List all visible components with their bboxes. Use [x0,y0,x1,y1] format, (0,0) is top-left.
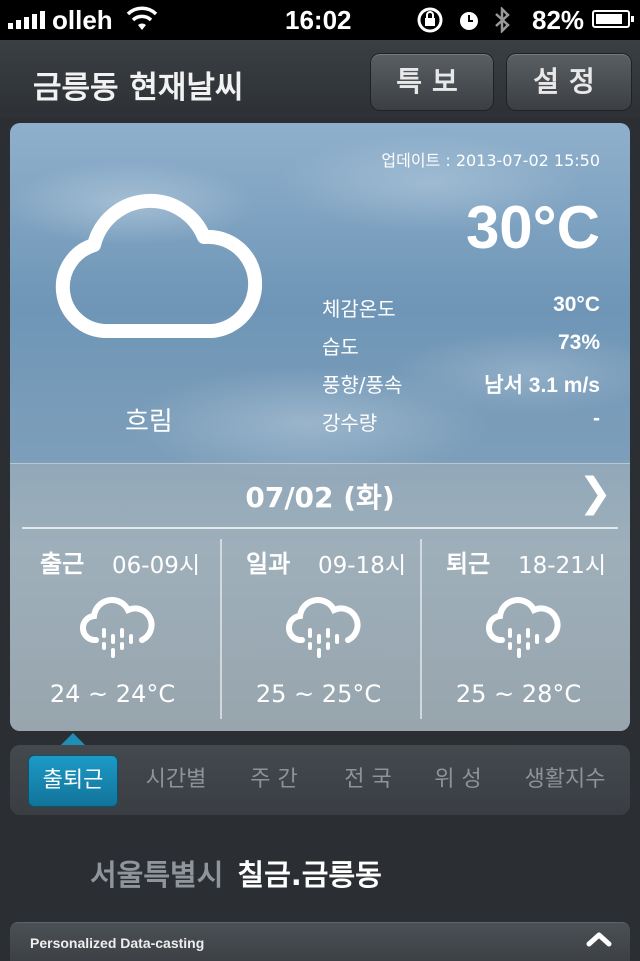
detail-label: 강수량 [322,411,378,435]
commute-forecast: 07/02 (화) ❯ 출근 06-09시 24 ~ 24°C 일과 09-18… [10,463,630,731]
detail-row: 체감온도 30°C [322,293,600,331]
rotation-lock-icon [416,6,444,41]
rain-cloud-icon [486,596,562,672]
forecast-period-commute-morning: 출근 06-09시 24 ~ 24°C [10,528,215,731]
chevron-right-icon[interactable]: ❯ [578,470,612,516]
rain-cloud-icon [80,596,156,672]
rain-cloud-icon [286,596,362,672]
temperature-range: 25 ~ 28°C [455,680,582,708]
update-timestamp: 업데이트 : 2013-07-02 15:50 [381,151,600,170]
tab-weekly[interactable]: 주 간 [232,755,316,805]
period-hours: 18-21시 [518,553,606,579]
battery-percentage: 82% [532,5,585,35]
weather-details: 체감온도 30°C 습도 73% 풍향/풍속 남서 3.1 m/s 강수량 - [322,293,600,445]
tab-living-index[interactable]: 생활지수 [510,755,620,805]
detail-row: 습도 73% [322,331,600,369]
alarm-icon [458,8,480,39]
location-city: 서울특별시 [90,858,224,892]
page-title: 금릉동 현재날씨 [33,70,244,106]
bluetooth-icon [494,5,510,40]
tab-satellite[interactable]: 위 성 [416,755,500,805]
tab-hourly[interactable]: 시간별 [130,755,222,805]
tab-nationwide[interactable]: 전 국 [326,755,410,805]
navigation-bar: 금릉동 현재날씨 특보 설정 [0,40,640,118]
battery-icon [592,10,634,28]
data-casting-label: Personalized Data-casting [30,935,205,951]
period-hours: 06-09시 [112,553,200,579]
forecast-period-commute-evening: 퇴근 18-21시 25 ~ 28°C [416,528,621,731]
current-weather-card: 업데이트 : 2013-07-02 15:50 30°C 흐림 체감온도 30°… [10,123,630,731]
detail-row: 풍향/풍속 남서 3.1 m/s [322,369,600,407]
detail-label: 풍향/풍속 [322,373,403,397]
data-casting-bar[interactable]: Personalized Data-casting [10,922,630,961]
active-tab-pointer [61,733,85,745]
settings-button[interactable]: 설정 [506,53,632,111]
view-tab-bar: 출퇴근 시간별 주 간 전 국 위 성 생활지수 [10,733,630,815]
signal-strength-icon [8,11,45,29]
detail-value: 73% [557,331,600,354]
location-district: 칠금.금릉동 [237,858,382,892]
detail-value: 30°C [553,293,600,316]
detail-row: 강수량 - [322,407,600,445]
cloud-icon [54,193,263,347]
current-temperature: 30°C [465,194,600,261]
clock: 16:02 [285,5,352,35]
chevron-up-icon[interactable] [586,931,612,951]
detail-label: 체감온도 [322,297,396,321]
condition-label: 흐림 [125,407,173,437]
location-label[interactable]: 서울특별시 칠금.금릉동 [90,852,382,894]
tab-commute[interactable]: 출퇴근 [28,755,118,807]
period-name: 퇴근 [446,550,491,578]
wifi-icon [126,6,158,39]
detail-value: 남서 3.1 m/s [484,374,600,397]
period-name: 일과 [246,550,291,578]
temperature-range: 24 ~ 24°C [49,680,176,708]
detail-value: - [593,407,600,430]
forecast-period-daytime: 일과 09-18시 25 ~ 25°C [216,528,421,731]
status-bar: olleh 16:02 82% [0,0,640,40]
temperature-range: 25 ~ 25°C [255,680,382,708]
carrier-name: olleh [52,5,113,35]
detail-label: 습도 [322,335,359,359]
period-name: 출근 [40,550,85,578]
weather-alert-button[interactable]: 특보 [370,53,494,111]
forecast-date: 07/02 (화) [245,481,395,514]
period-hours: 09-18시 [318,553,406,579]
